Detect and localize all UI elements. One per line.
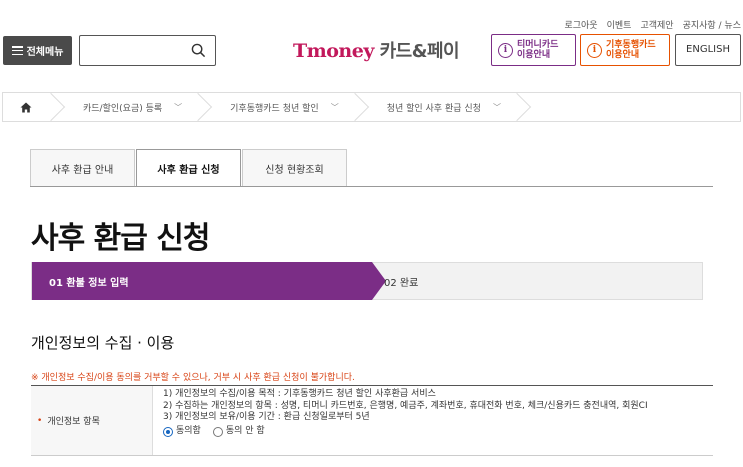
- step-refund-info: 01 환불 정보 입력: [32, 262, 386, 300]
- breadcrumb-separator: [515, 93, 525, 121]
- climate-guide-line1: 기후동행카드: [606, 40, 656, 50]
- agree-radio[interactable]: 동의함: [163, 426, 201, 438]
- notice-news-link[interactable]: 공지사항 / 뉴스: [683, 18, 741, 31]
- tmoney-guide-line1: 티머니카드: [517, 40, 559, 50]
- breadcrumb-separator: [49, 93, 59, 121]
- tmoney-guide-label: 티머니카드 이용안내: [517, 40, 558, 60]
- breadcrumb: 카드/할인(요금) 등록 ﹀ 기후동행카드 청년 할인 ﹀ 청년 할인 사후 환…: [2, 92, 741, 122]
- logo-brand: Tmoney: [293, 40, 374, 62]
- section-title: 개인정보의 수집 · 이용: [31, 334, 175, 352]
- chevron-down-icon[interactable]: ﹀: [493, 102, 501, 113]
- logo-text: 카드&페이: [373, 41, 460, 62]
- climate-guide-label: 기후동행카드 이용안내: [606, 40, 656, 60]
- search-input[interactable]: [79, 35, 216, 66]
- hamburger-icon: [11, 46, 23, 55]
- step-progress: 01 환불 정보 입력 02 완료: [31, 262, 703, 300]
- breadcrumb-separator: [353, 93, 363, 121]
- chevron-down-icon[interactable]: ﹀: [174, 102, 182, 113]
- privacy-label-text: 개인정보 항목: [47, 417, 100, 427]
- logout-link[interactable]: 로그아웃: [564, 18, 597, 31]
- climate-card-guide-button[interactable]: i 기후동행카드 이용안내: [580, 34, 670, 66]
- breadcrumb-label: 카드/할인(요금) 등록: [83, 103, 163, 114]
- breadcrumb-label: 청년 할인 사후 환급 신청: [386, 103, 481, 114]
- tab-refund-request[interactable]: 사후 환급 신청: [136, 149, 241, 187]
- disagree-label[interactable]: 동의 안 함: [226, 426, 265, 438]
- site-logo[interactable]: Tmoney 카드&페이: [293, 37, 460, 63]
- breadcrumb-item-youth-discount[interactable]: 기후동행카드 청년 할인 ﹀: [206, 101, 353, 114]
- info-icon: i: [587, 42, 602, 58]
- page-title: 사후 환급 신청: [31, 221, 210, 256]
- english-button[interactable]: ENGLISH: [675, 34, 741, 66]
- tab-bar: 사후 환급 안내 사후 환급 신청 신청 현황조회: [30, 149, 348, 187]
- breadcrumb-label: 기후동행카드 청년 할인: [230, 103, 319, 114]
- agree-label[interactable]: 동의함: [176, 426, 201, 438]
- breadcrumb-item-card-register[interactable]: 카드/할인(요금) 등록 ﹀: [59, 101, 196, 114]
- privacy-line: 1) 개인정보의 수집/이용 목적 : 기후동행카드 청년 할인 사후환급 서비…: [163, 389, 436, 399]
- table-bottom-border: [31, 455, 713, 456]
- required-bullet: •: [37, 415, 43, 426]
- disagree-radio[interactable]: 동의 안 함: [212, 426, 265, 438]
- climate-guide-line2: 이용안내: [606, 50, 640, 60]
- utility-links: 로그아웃 이벤트 고객제안 공지사항 / 뉴스: [564, 18, 741, 31]
- privacy-line: 2) 수집하는 개인정보의 항목 : 성명, 티머니 카드번호, 은행명, 예금…: [163, 400, 648, 411]
- chevron-down-icon[interactable]: ﹀: [331, 102, 339, 113]
- privacy-items-label: • 개인정보 항목: [31, 386, 153, 455]
- event-link[interactable]: 이벤트: [607, 18, 632, 31]
- tmoney-guide-line2: 이용안내: [517, 50, 551, 60]
- radio-empty-icon[interactable]: [212, 426, 223, 437]
- all-menu-label: 전체메뉴: [26, 47, 64, 58]
- breadcrumb-separator: [196, 93, 206, 121]
- consent-radio-group: 동의함 동의 안 함: [163, 426, 648, 438]
- suggestion-link[interactable]: 고객제안: [640, 18, 673, 31]
- info-icon: i: [498, 42, 513, 58]
- consent-notice: ※ 개인정보 수집/이용 동의를 거부할 수 있으나, 거부 시 사후 환급 신…: [31, 373, 355, 383]
- all-menu-button[interactable]: 전체메뉴: [3, 36, 72, 65]
- tab-status-inquiry[interactable]: 신청 현황조회: [242, 149, 347, 187]
- privacy-line: 3) 개인정보의 보유/이용 기간 : 환급 신청일로부터 5년: [163, 412, 370, 423]
- privacy-items-content: 1) 개인정보의 수집/이용 목적 : 기후동행카드 청년 할인 사후환급 서비…: [163, 389, 648, 437]
- tab-divider: [30, 186, 713, 187]
- radio-selected-icon[interactable]: [163, 426, 173, 437]
- breadcrumb-item-refund-request[interactable]: 청년 할인 사후 환급 신청 ﹀: [363, 101, 515, 114]
- tmoney-card-guide-button[interactable]: i 티머니카드 이용안내: [491, 34, 576, 66]
- search-icon[interactable]: [191, 43, 206, 58]
- step-complete: 02 완료: [384, 277, 419, 289]
- tab-refund-guide[interactable]: 사후 환급 안내: [30, 149, 135, 187]
